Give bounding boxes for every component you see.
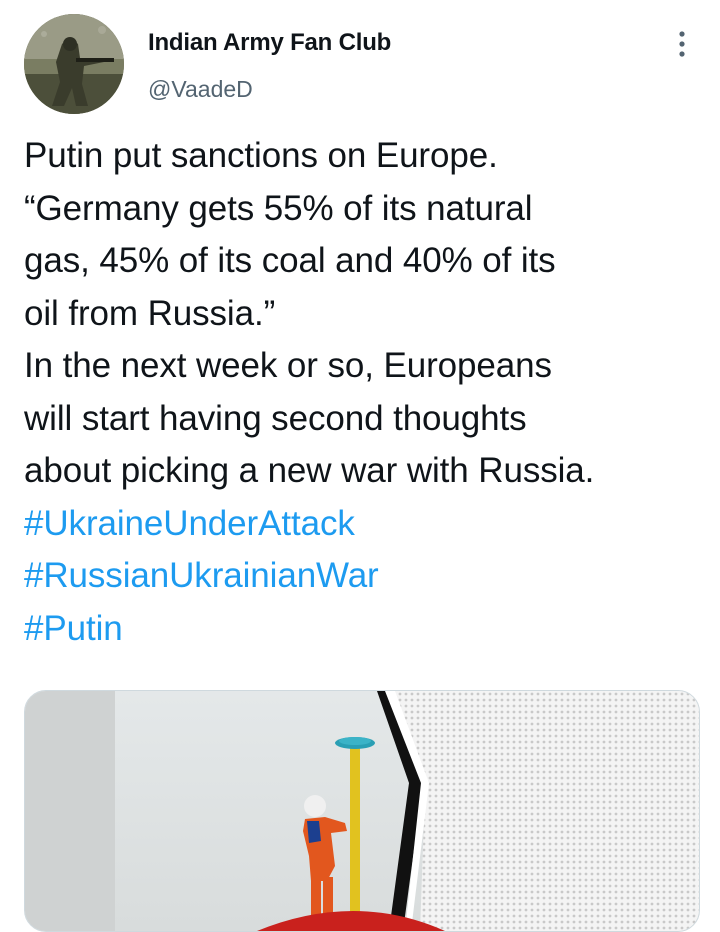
hashtag-link[interactable]: #RussianUkrainianWar xyxy=(24,550,704,603)
hashtag-link[interactable]: #UkraineUnderAttack xyxy=(24,498,704,551)
tweet-text-line: “Germany gets 55% of its natural xyxy=(24,188,533,228)
more-vertical-icon xyxy=(679,31,685,57)
more-options-button[interactable] xyxy=(664,26,700,62)
author-avatar[interactable] xyxy=(24,14,124,114)
tweet-text-line: oil from Russia.” xyxy=(24,293,276,333)
tweet-text-line: Putin put sanctions on Europe. xyxy=(24,136,498,175)
pipeline-worker-photo xyxy=(25,691,699,931)
tweet-text-line: about picking a new war with Russia. xyxy=(24,451,595,490)
hashtag-link[interactable]: #Putin xyxy=(24,603,704,656)
author-display-name[interactable]: Indian Army Fan Club xyxy=(148,29,391,57)
author-handle[interactable]: @VaadeD xyxy=(148,76,253,103)
tweet-text: Putin put sanctions on Europe. “Germany … xyxy=(24,130,704,655)
soldier-photo-avatar-icon xyxy=(24,14,124,114)
tweet-text-line: In the next week or so, Europeans xyxy=(24,346,552,385)
tweet-text-line: will start having second thoughts xyxy=(24,398,527,438)
tweet-text-line: gas, 45% of its coal and 40% of its xyxy=(24,241,556,280)
